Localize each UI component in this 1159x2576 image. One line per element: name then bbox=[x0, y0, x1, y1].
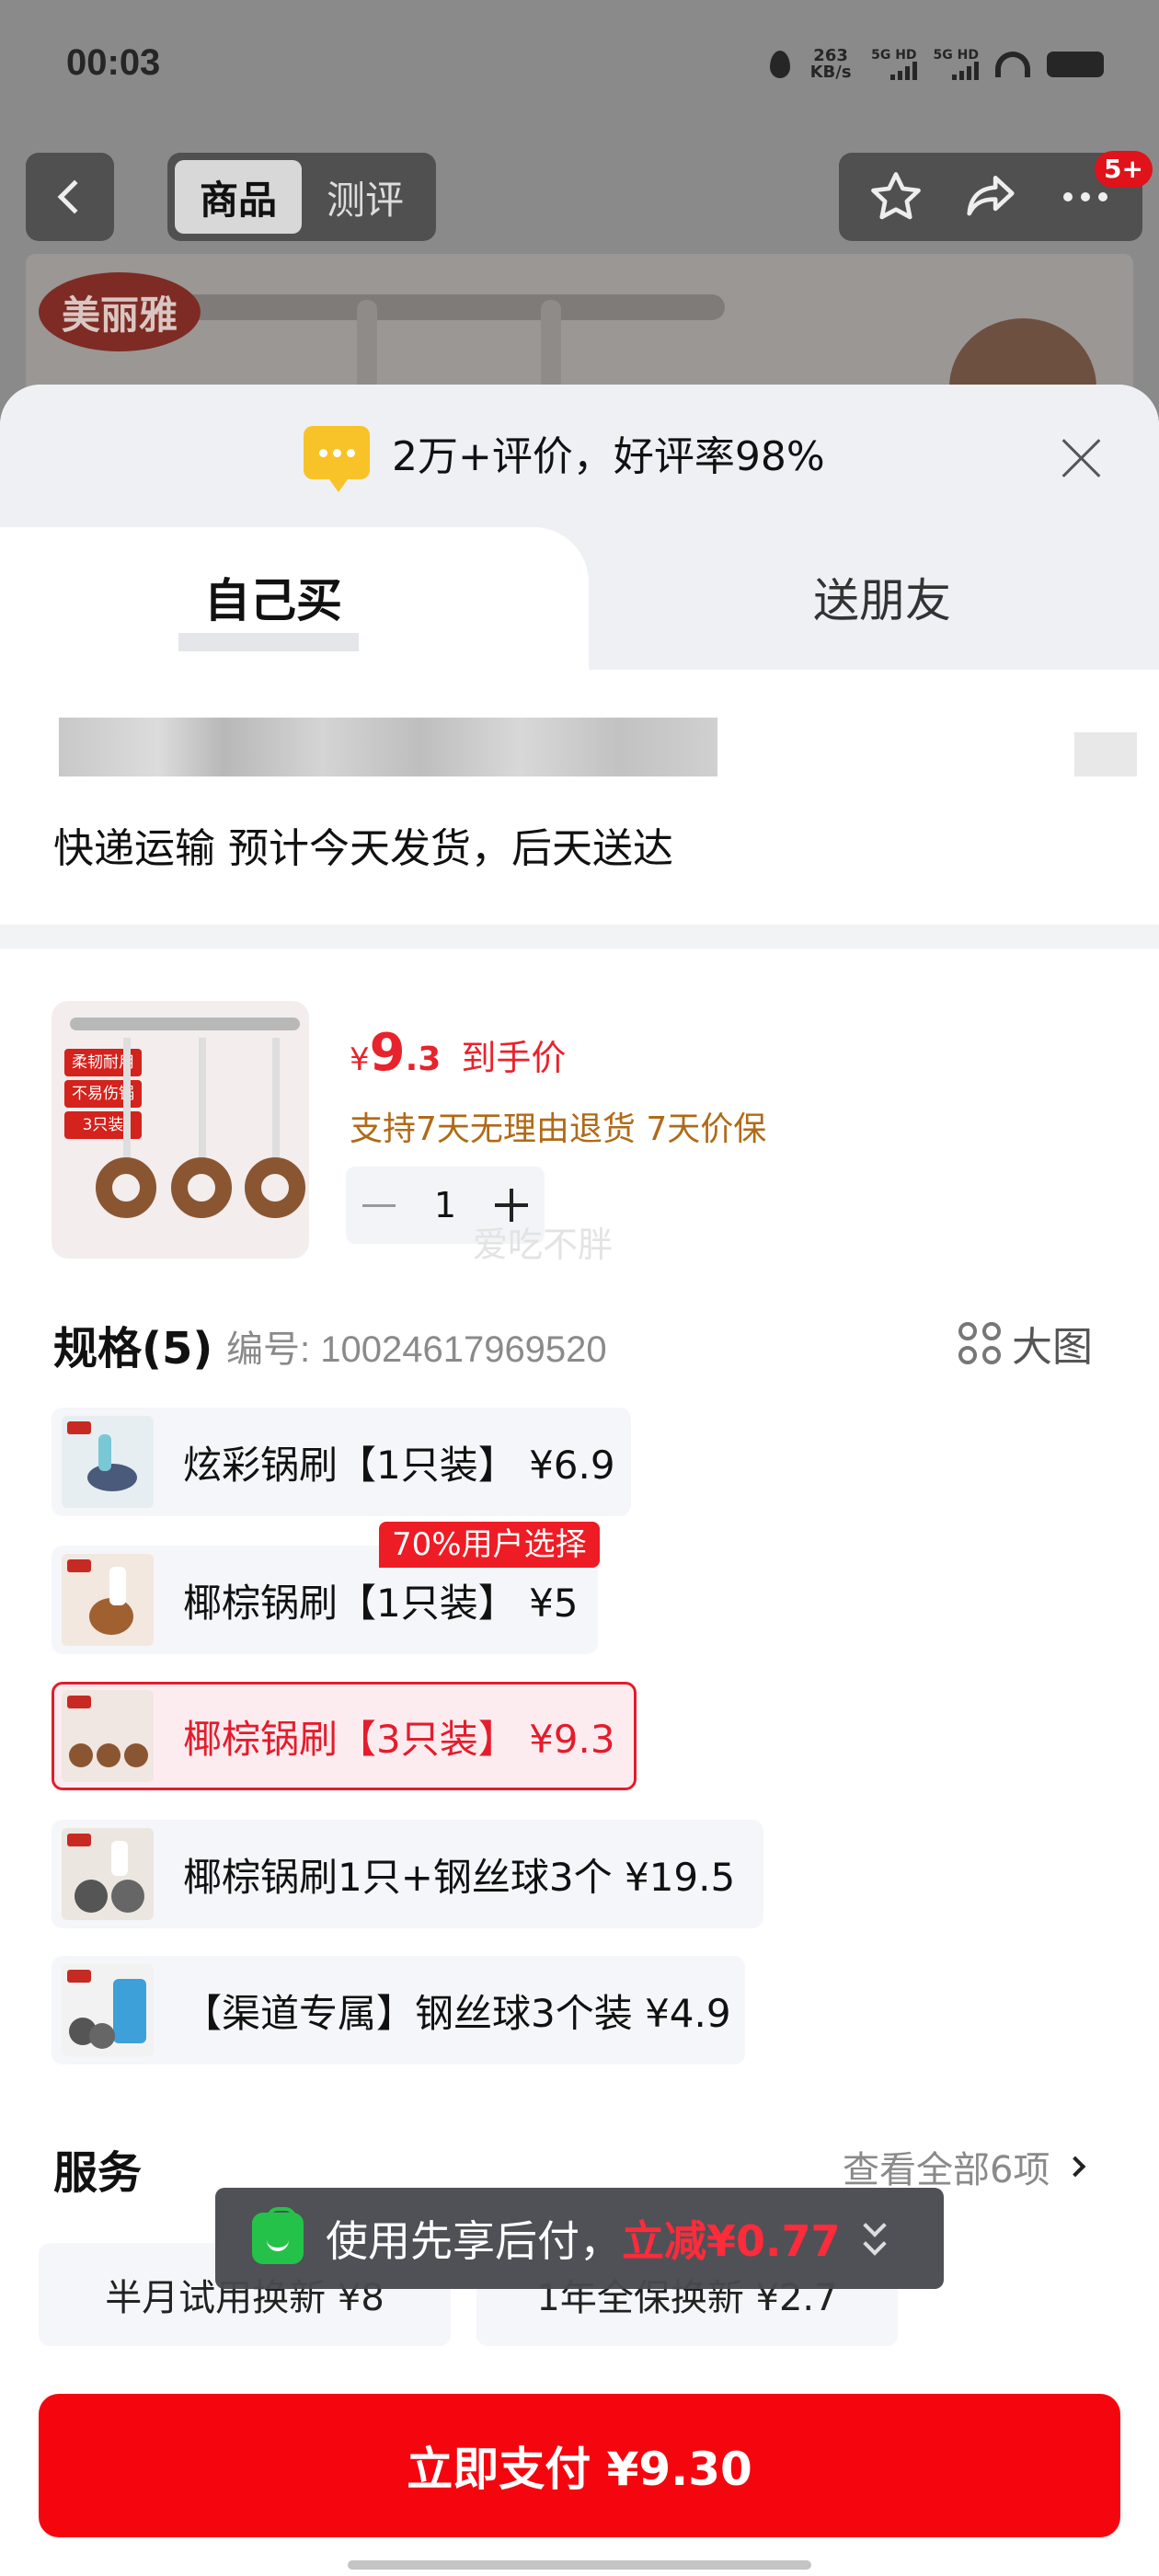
final-price: ¥ 9 .3 到手价 bbox=[350, 1023, 567, 1083]
share-button[interactable] bbox=[954, 160, 1027, 234]
spec-option[interactable]: 【渠道专属】钢丝球3个装 ¥4.9 bbox=[52, 1956, 745, 2064]
tab-send-friend[interactable]: 送朋友 bbox=[813, 564, 951, 630]
spec-title: 规格(5) bbox=[53, 1323, 213, 1374]
comment-icon bbox=[304, 426, 370, 492]
popular-badge: 70%用户选择 bbox=[379, 1522, 600, 1568]
top-nav-bar: 商品 测评 5+ bbox=[0, 151, 1159, 243]
more-icon bbox=[1063, 192, 1108, 201]
shopping-bag-icon bbox=[252, 2207, 304, 2264]
chevron-right-icon bbox=[1065, 2156, 1086, 2178]
price-label: 到手价 bbox=[461, 1038, 567, 1078]
status-time: 00:03 bbox=[66, 42, 161, 83]
tab-product[interactable]: 商品 bbox=[175, 160, 302, 234]
pay-later-toast[interactable]: 使用先享后付， 立减¥0.77 bbox=[215, 2188, 944, 2289]
tab-buy-self-label: 自己买 bbox=[204, 574, 342, 627]
services-title: 服务 bbox=[53, 2147, 143, 2199]
star-icon bbox=[870, 172, 921, 220]
decrease-button[interactable] bbox=[346, 1167, 412, 1244]
sheet-header: 2万+评价，好评率98% 自己买 送朋友 bbox=[0, 385, 1159, 670]
tab-review[interactable]: 测评 bbox=[302, 160, 429, 234]
delivery-info: 快递运输 预计今天发货，后天送达 bbox=[53, 825, 673, 872]
grid-icon bbox=[958, 1322, 1001, 1364]
page-tabs: 商品 测评 bbox=[167, 153, 436, 241]
address-edit-redacted bbox=[1074, 732, 1137, 776]
favorite-button[interactable] bbox=[859, 160, 933, 234]
product-thumbnail[interactable]: 柔韧耐用 不易伤锅 3只装 bbox=[52, 1001, 309, 1259]
watermark: 爱吃不胖 bbox=[473, 1225, 614, 1265]
option-thumbnail bbox=[62, 1554, 154, 1646]
spec-option[interactable]: 椰棕锅刷1只+钢丝球3个 ¥19.5 bbox=[52, 1820, 763, 1928]
option-thumbnail bbox=[62, 1964, 154, 2056]
rating-text: 2万+评价，好评率98% bbox=[392, 433, 825, 480]
section-divider bbox=[0, 925, 1159, 949]
battery-icon bbox=[1047, 52, 1104, 77]
rating-summary: 2万+评价，好评率98% bbox=[304, 423, 825, 492]
discount-highlight: 立减¥0.77 bbox=[622, 2216, 841, 2266]
wifi-icon bbox=[995, 52, 1030, 77]
quantity-value[interactable]: 1 bbox=[412, 1185, 478, 1225]
back-icon bbox=[57, 179, 92, 214]
option-thumbnail bbox=[62, 1690, 154, 1782]
big-view-button[interactable]: 大图 bbox=[958, 1314, 1093, 1373]
product-code: 编号: 10024617969520 bbox=[226, 1329, 607, 1370]
spec-option[interactable]: 炫彩锅刷【1只装】 ¥6.9 bbox=[52, 1408, 631, 1516]
sim2-signal-icon: 5G HD bbox=[934, 49, 979, 80]
brand-logo: 美丽雅 bbox=[39, 272, 201, 351]
pay-now-button[interactable]: 立即支付 ¥9.30 bbox=[39, 2394, 1120, 2537]
address-redacted[interactable] bbox=[59, 718, 717, 776]
home-indicator[interactable] bbox=[348, 2560, 811, 2570]
location-icon bbox=[770, 51, 791, 78]
back-button[interactable] bbox=[26, 153, 114, 241]
option-thumbnail bbox=[62, 1416, 154, 1508]
tab-indicator bbox=[178, 633, 359, 651]
return-policy: 支持7天无理由退货 7天价保 bbox=[350, 1110, 767, 1148]
spec-option-selected[interactable]: 椰棕锅刷【3只装】 ¥9.3 bbox=[52, 1682, 637, 1790]
network-speed: 263 KB/s bbox=[809, 46, 852, 82]
double-chevron-down-icon[interactable] bbox=[862, 2214, 887, 2256]
minus-icon bbox=[362, 1203, 396, 1207]
share-icon bbox=[967, 176, 1015, 216]
status-bar: 00:03 263 KB/s 5G HD 5G HD bbox=[0, 0, 1159, 138]
option-thumbnail bbox=[62, 1828, 154, 1920]
close-icon[interactable] bbox=[1060, 436, 1104, 480]
message-badge: 5+ bbox=[1095, 151, 1153, 188]
sim1-signal-icon: 5G HD bbox=[871, 49, 917, 80]
services-view-all[interactable]: 查看全部6项 bbox=[843, 2140, 1086, 2193]
